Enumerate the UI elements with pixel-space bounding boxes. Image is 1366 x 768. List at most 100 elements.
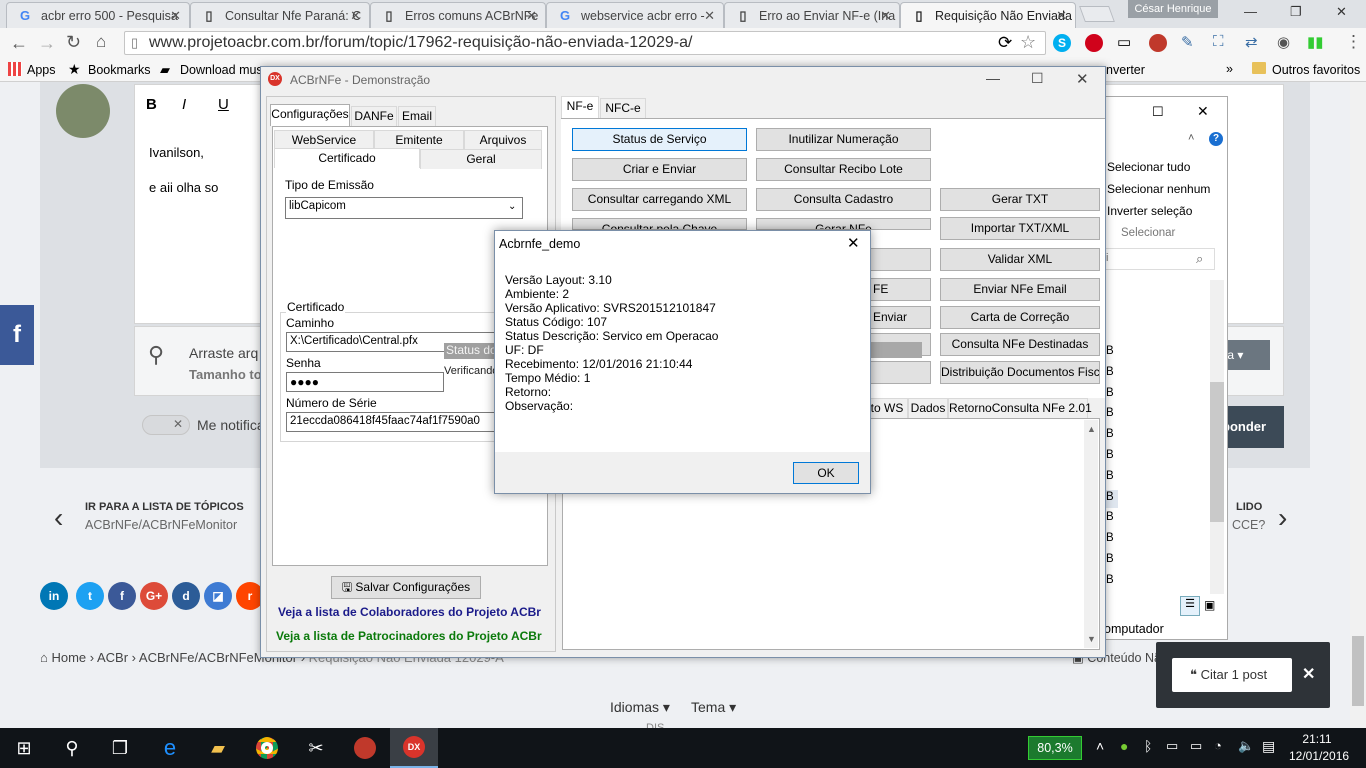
linkedin-icon[interactable]: in bbox=[40, 582, 68, 610]
start-icon[interactable]: ⊞ bbox=[0, 728, 48, 768]
scroll-up-icon[interactable]: ▲ bbox=[1087, 424, 1096, 434]
explorer-row[interactable]: B bbox=[1106, 449, 1114, 461]
breadcrumb-home[interactable]: Home bbox=[51, 650, 86, 665]
cast-icon[interactable]: ▭ bbox=[1117, 33, 1131, 51]
patrocinadores-link[interactable]: Veja a lista de Patrocinadores do Projet… bbox=[276, 629, 542, 643]
googleplus-icon[interactable]: G+ bbox=[140, 582, 168, 610]
avatar[interactable] bbox=[56, 84, 110, 138]
next-topic-link[interactable]: LIDO bbox=[1236, 501, 1262, 513]
edge-icon[interactable]: e bbox=[146, 728, 194, 768]
fe-button[interactable]: FE bbox=[870, 278, 931, 301]
minimize-icon[interactable]: — bbox=[1244, 4, 1257, 19]
clock-date[interactable]: 12/01/2016 bbox=[1289, 749, 1349, 763]
audio-icon[interactable]: ▮▮ bbox=[1307, 33, 1324, 51]
hidden-button-1[interactable] bbox=[870, 248, 931, 271]
enviar-email-button[interactable]: Enviar NFe Email bbox=[940, 278, 1100, 301]
invert-selection[interactable]: Inverter seleção bbox=[1107, 204, 1192, 218]
clock-time[interactable]: 21:11 bbox=[1293, 732, 1341, 746]
inutilizar-button[interactable]: Inutilizar Numeração bbox=[756, 128, 931, 151]
tab-1[interactable]: Gacbr erro 500 - Pesquisa ✕ bbox=[6, 2, 190, 28]
tab-configuracoes[interactable]: Configurações bbox=[270, 104, 350, 126]
memo-scrollbar[interactable] bbox=[1084, 420, 1098, 648]
select-none[interactable]: Selecionar nenhum bbox=[1107, 182, 1210, 196]
close-icon[interactable]: ✕ bbox=[526, 8, 537, 24]
file-explorer-icon[interactable]: ▰ bbox=[194, 728, 242, 768]
bold-icon[interactable]: B bbox=[146, 96, 157, 113]
bookmark-download[interactable]: Download mus bbox=[180, 63, 263, 77]
tab-nfe[interactable]: NF-e bbox=[561, 96, 599, 118]
search-taskbar-icon[interactable]: ⚲ bbox=[48, 728, 96, 768]
close-icon[interactable]: ✕ bbox=[1056, 8, 1067, 24]
scroll-down-icon[interactable]: ▼ bbox=[1087, 634, 1096, 644]
twitter-icon[interactable]: t bbox=[76, 582, 104, 610]
task-view-icon[interactable]: ❐ bbox=[96, 728, 144, 768]
tab-5[interactable]: ▯ Erro ao Enviar NF-e (Ina ✕ bbox=[724, 2, 900, 28]
select-all[interactable]: Selecionar tudo bbox=[1107, 160, 1190, 174]
carta-correcao-button[interactable]: Carta de Correção bbox=[940, 306, 1100, 329]
save-config-button[interactable]: 🖫 Salvar Configurações bbox=[331, 576, 481, 599]
bluetooth-icon[interactable]: ᛒ bbox=[1144, 738, 1152, 754]
tray-expand-icon[interactable]: ˄ bbox=[1096, 738, 1104, 754]
chevron-right-icon[interactable]: › bbox=[1278, 502, 1287, 534]
new-tab-button[interactable] bbox=[1079, 6, 1115, 22]
underline-icon[interactable]: U bbox=[218, 96, 229, 113]
ribbon-collapse-icon[interactable]: ˄ bbox=[1188, 132, 1194, 144]
network-icon[interactable]: ▭ bbox=[1166, 738, 1178, 754]
digg-icon[interactable]: d bbox=[172, 582, 200, 610]
tab-retorno-consulta[interactable]: RetornoConsulta NFe 2.01 bbox=[948, 398, 1092, 418]
topics-list-link[interactable]: IR PARA A LISTA DE TÓPICOS bbox=[85, 501, 244, 513]
app-red-icon[interactable] bbox=[341, 728, 389, 768]
tab-dados[interactable]: Dados bbox=[908, 398, 948, 418]
validar-xml-button[interactable]: Validar XML bbox=[940, 248, 1100, 271]
close-icon[interactable]: ✕ bbox=[350, 8, 361, 24]
ok-button[interactable]: OK bbox=[793, 462, 859, 484]
tiles-view-icon[interactable]: ▣ bbox=[1204, 598, 1215, 612]
hidden-button-3[interactable] bbox=[870, 361, 931, 384]
notifications-icon[interactable]: ▤ bbox=[1262, 738, 1275, 755]
italic-icon[interactable]: I bbox=[182, 96, 186, 113]
enviar-partial-button[interactable]: Enviar bbox=[870, 306, 931, 329]
details-view-icon[interactable]: ☰ bbox=[1180, 596, 1200, 616]
facebook-share-icon[interactable]: f bbox=[108, 582, 136, 610]
quote-button[interactable]: ❝ Citar 1 post bbox=[1172, 658, 1292, 692]
acbr-taskbar-icon[interactable]: DX bbox=[390, 728, 438, 768]
battery-indicator[interactable]: 80,3% bbox=[1028, 736, 1082, 760]
tab-to-ws[interactable]: to WS bbox=[866, 398, 908, 418]
tab-3[interactable]: ▯ Erros comuns ACBrNFe ✕ bbox=[370, 2, 546, 28]
eye-icon[interactable]: ◉ bbox=[1277, 33, 1290, 51]
user-profile-badge[interactable]: César Henrique bbox=[1128, 0, 1218, 18]
importar-txt-button[interactable]: Importar TXT/XML bbox=[940, 217, 1100, 240]
breadcrumb-acbr[interactable]: ACBr bbox=[97, 650, 128, 665]
explorer-close-icon[interactable]: ✕ bbox=[1197, 103, 1209, 120]
explorer-row[interactable]: B bbox=[1106, 574, 1114, 586]
consulta-cadastro-button[interactable]: Consulta Cadastro bbox=[756, 188, 931, 211]
help-icon[interactable]: ? bbox=[1209, 132, 1223, 146]
distribuicao-button[interactable]: Distribuição Documentos Fiscais bbox=[940, 361, 1100, 384]
explorer-row[interactable]: B bbox=[1106, 532, 1114, 544]
facebook-side-icon[interactable]: f bbox=[0, 305, 34, 365]
explorer-row[interactable]: B bbox=[1106, 511, 1114, 523]
explorer-scroll-thumb[interactable] bbox=[1210, 382, 1224, 522]
bookmark-converter[interactable]: nverter bbox=[1106, 63, 1145, 77]
theme-menu[interactable]: Tema ▾ bbox=[691, 699, 736, 716]
tools-icon[interactable]: ✎ bbox=[1181, 33, 1194, 51]
bookmark-bookmarks[interactable]: Bookmarks bbox=[88, 63, 151, 77]
colaboradores-link[interactable]: Veja a lista de Colaboradores do Projeto… bbox=[278, 605, 541, 619]
battery-icon[interactable]: ▭ bbox=[1190, 738, 1202, 754]
back-icon[interactable]: ← bbox=[10, 33, 28, 54]
page-scrollbar-thumb[interactable] bbox=[1352, 636, 1364, 706]
close-window-icon[interactable]: ✕ bbox=[1336, 4, 1347, 20]
tab-2[interactable]: ▯ Consultar Nfe Paraná: C ✕ bbox=[190, 2, 370, 28]
explorer-search[interactable]: i ⌕ bbox=[1103, 248, 1215, 270]
translate-icon[interactable]: ⇄ bbox=[1245, 33, 1258, 51]
status-servico-button[interactable]: Status de Serviço bbox=[572, 128, 747, 151]
language-menu[interactable]: Idiomas ▾ bbox=[610, 699, 670, 716]
subtab-emitente[interactable]: Emitente bbox=[374, 130, 464, 150]
app-close-icon[interactable]: ✕ bbox=[1076, 70, 1089, 88]
serie-input[interactable]: 21eccda086418f45faac74af1f7590a0 bbox=[286, 412, 496, 432]
bookmark-others[interactable]: Outros favoritos bbox=[1272, 63, 1360, 77]
home-icon[interactable]: ⌂ bbox=[96, 32, 106, 52]
criar-enviar-button[interactable]: Criar e Enviar bbox=[572, 158, 747, 181]
delicious-icon[interactable]: ◪ bbox=[204, 582, 232, 610]
explorer-maximize-icon[interactable]: ☐ bbox=[1152, 104, 1164, 120]
